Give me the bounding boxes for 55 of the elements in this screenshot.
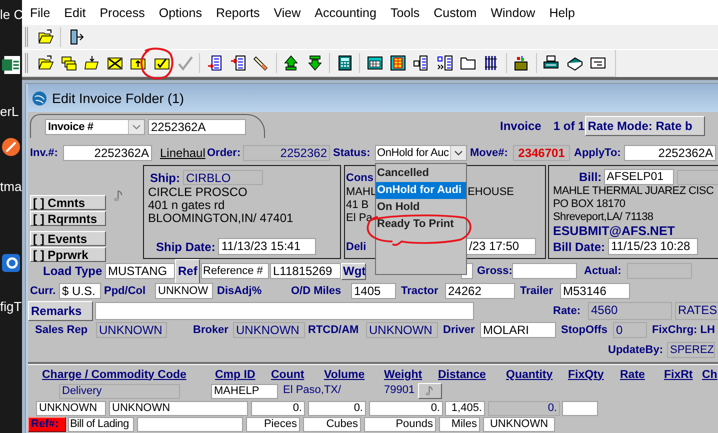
field-label: Ship: — [150, 170, 180, 184]
field-label: Ship Date: — [156, 240, 216, 254]
field-label: StopOffs — [561, 324, 608, 336]
field-label: RTCD/AM — [308, 324, 360, 336]
field-label: DisAdj% — [217, 285, 263, 297]
readonly-field: RATES — [675, 302, 718, 320]
field-label: FixChrg: LH — [652, 324, 716, 336]
field-label: Sales Rep — [35, 324, 89, 336]
field-label: Ppd/Col — [104, 285, 147, 297]
field-label: Deli — [346, 240, 368, 252]
field-label: Gross: — [477, 265, 511, 277]
readonly-field: 4560 — [588, 302, 672, 320]
readonly-field: CIRBLO — [183, 170, 263, 185]
field-label: Driver — [443, 324, 476, 336]
field-label: UpdateBy: — [608, 344, 664, 356]
field-label: O/D Miles — [291, 285, 342, 297]
field-label: ApplyTo: — [574, 146, 622, 158]
readonly-field: 2346701 — [513, 144, 570, 160]
field-label: Curr. — [30, 285, 57, 297]
value-text: El Paso,TX/ — [283, 384, 342, 398]
readonly-field: 0 — [613, 322, 647, 338]
window-title: Edit Invoice Folder (1) — [52, 90, 184, 106]
readonly-field: Delivery — [59, 384, 180, 398]
field-label: Cons — [346, 172, 374, 184]
value-text: 79901 — [384, 384, 416, 398]
record-label: Invoice — [500, 119, 542, 133]
field-label: Actual: — [584, 265, 622, 277]
readonly-field: SPEREZ — [667, 342, 715, 358]
address-line: PO BOX 18170 — [553, 198, 626, 211]
field-label: Bill: — [579, 170, 602, 184]
address-line: BLOOMINGTON,IN/ 47401 — [148, 212, 294, 225]
field-label: Broker — [193, 324, 230, 336]
field-label: Rate: — [553, 305, 582, 317]
email-text: ESUBMIT@AFS.NET — [553, 224, 675, 238]
field-label: Move#: — [470, 146, 509, 158]
field-label: Inv.#: — [30, 146, 59, 158]
field-label: Trailer — [520, 285, 554, 297]
address-line: Shreveport,LA/ 71138 — [553, 211, 654, 224]
address-line: 41 B — [346, 199, 369, 212]
field-label: Load Type — [43, 264, 103, 278]
readonly-field: UNKNOWN — [233, 322, 305, 338]
readonly-field: UNKNOWN — [366, 322, 438, 338]
field-label: Tractor — [401, 285, 440, 297]
record-position: 1 of 1 — [553, 119, 585, 133]
field-label: Status: — [333, 146, 372, 158]
readonly-field: UNKNOWN — [96, 322, 167, 338]
readonly-field: 2252362 — [243, 144, 330, 160]
address-line: CIRCLE PROSCO — [148, 186, 248, 199]
address-line: 401 n gates rd — [148, 199, 225, 212]
address-line: MAHLE THERMAL JUAREZ CISC — [553, 185, 714, 198]
readonly-field: 0. — [488, 400, 560, 416]
field-label: Order: — [207, 146, 242, 158]
address-line: EHOUSE — [468, 186, 514, 199]
address-line: MAHL — [346, 186, 377, 199]
field-label: Bill Date: — [553, 240, 606, 254]
